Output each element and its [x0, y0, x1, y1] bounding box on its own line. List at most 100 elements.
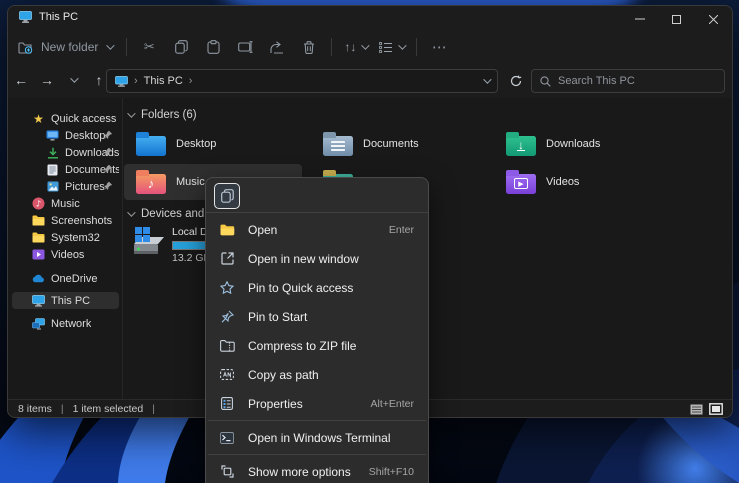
sidebar-item-label: Quick access	[51, 113, 116, 125]
copy-path-icon	[219, 367, 235, 383]
sidebar-item-label: Music	[51, 198, 80, 210]
sidebar-item-music[interactable]: ♪ Music	[12, 195, 119, 212]
sort-button[interactable]: ↑↓	[344, 40, 367, 54]
menu-item-properties[interactable]: Properties Alt+Enter	[206, 389, 428, 418]
back-button[interactable]: ←	[8, 72, 34, 88]
search-box[interactable]	[531, 69, 725, 93]
search-icon	[540, 76, 551, 87]
more-icon: ⋯	[432, 38, 447, 56]
window-title: This PC	[39, 11, 78, 23]
command-bar: New folder ✂	[8, 32, 732, 62]
folders-section-header[interactable]: Folders (6)	[127, 109, 197, 121]
folder-tile-label: Desktop	[176, 138, 216, 150]
documents-folder-icon	[323, 136, 353, 156]
open-new-window-icon	[219, 251, 235, 267]
sidebar-item-this-pc[interactable]: This PC	[12, 292, 119, 309]
minimize-icon	[635, 14, 645, 24]
forward-button[interactable]: →	[34, 72, 60, 88]
menu-item-label: Copy as path	[248, 368, 319, 382]
sidebar-item-desktop[interactable]: Desktop	[12, 127, 119, 144]
share-button[interactable]	[261, 41, 293, 54]
sidebar-item-label: OneDrive	[51, 273, 97, 285]
breadcrumb-separator: ›	[134, 75, 138, 87]
videos-icon	[32, 248, 45, 261]
copy-button[interactable]	[165, 40, 197, 54]
navigation-pane: ★ Quick access Desktop Downloads	[8, 98, 123, 399]
music-folder-icon: ♪	[136, 174, 166, 194]
menu-item-open[interactable]: Open Enter	[206, 215, 428, 244]
sidebar-item-system32[interactable]: System32	[12, 229, 119, 246]
menu-item-label: Compress to ZIP file	[248, 339, 356, 353]
delete-button[interactable]	[293, 41, 325, 54]
collapse-chevron-icon	[127, 109, 135, 117]
close-icon	[709, 15, 718, 24]
up-icon: ↑	[96, 72, 103, 88]
folder-tile-label: Videos	[546, 176, 579, 188]
sidebar-item-onedrive[interactable]: OneDrive	[12, 270, 119, 287]
minimize-button[interactable]	[621, 6, 658, 32]
address-dropdown-chevron-icon[interactable]	[483, 75, 491, 83]
maximize-button[interactable]	[658, 6, 695, 32]
sidebar-item-quick-access[interactable]: ★ Quick access	[12, 110, 119, 127]
menu-item-copy-as-path[interactable]: Copy as path	[206, 360, 428, 389]
menu-item-label: Properties	[248, 397, 303, 411]
sort-icon: ↑↓	[344, 40, 356, 54]
folder-open-icon	[219, 222, 235, 238]
breadcrumb-this-pc[interactable]: This PC	[144, 75, 183, 87]
sidebar-item-documents[interactable]: Documents	[12, 161, 119, 178]
menu-item-open-in-new-window[interactable]: Open in new window	[206, 244, 428, 273]
sidebar-item-pictures[interactable]: Pictures	[12, 178, 119, 195]
breadcrumb-separator: ›	[189, 75, 193, 87]
paste-button[interactable]	[197, 40, 229, 54]
cut-button[interactable]: ✂	[133, 39, 165, 55]
sidebar-item-label: Network	[51, 318, 91, 330]
sidebar-item-network[interactable]: Network	[12, 315, 119, 332]
menu-item-open-in-windows-terminal[interactable]: Open in Windows Terminal	[206, 423, 428, 452]
details-view-icon	[690, 404, 703, 415]
search-input[interactable]	[558, 75, 698, 87]
hard-drive-icon	[128, 226, 166, 260]
items-count: 8 items	[18, 403, 52, 415]
folder-tile-downloads[interactable]: ↓ Downloads	[500, 126, 678, 162]
pin-icon	[219, 309, 235, 325]
section-title: Folders (6)	[141, 109, 197, 121]
more-options-icon	[219, 464, 235, 480]
see-more-button[interactable]: ⋯	[423, 38, 455, 56]
window-title-group: This PC	[19, 11, 78, 23]
refresh-button[interactable]	[505, 71, 527, 91]
sidebar-item-label: Videos	[51, 249, 84, 261]
folder-tile-documents[interactable]: Documents	[317, 126, 495, 162]
menu-item-show-more-options[interactable]: Show more options Shift+F10	[206, 457, 428, 483]
view-chevron-icon	[399, 41, 407, 49]
context-menu-copy-button[interactable]	[214, 183, 240, 209]
sidebar-item-downloads[interactable]: Downloads	[12, 144, 119, 161]
folder-tile-label: Downloads	[546, 138, 600, 150]
star-icon: ★	[32, 112, 45, 125]
new-folder-button[interactable]: New folder	[18, 40, 112, 54]
details-view-button[interactable]	[688, 402, 704, 416]
menu-item-compress-to-zip[interactable]: Compress to ZIP file	[206, 331, 428, 360]
close-button[interactable]	[695, 6, 732, 32]
view-toggles	[688, 402, 724, 416]
menu-item-pin-to-start[interactable]: Pin to Start	[206, 302, 428, 331]
menu-separator	[208, 454, 426, 455]
recent-locations-button[interactable]	[60, 74, 86, 86]
back-icon: ←	[14, 72, 28, 88]
sidebar-item-screenshots[interactable]: Screenshots	[12, 212, 119, 229]
sidebar-item-videos[interactable]: Videos	[12, 246, 119, 263]
title-bar[interactable]: This PC	[8, 6, 732, 32]
address-bar[interactable]: › This PC ›	[106, 69, 498, 93]
pin-icon	[103, 164, 113, 174]
menu-item-pin-to-quick-access[interactable]: Pin to Quick access	[206, 273, 428, 302]
star-outline-icon	[219, 280, 235, 296]
folder-tile-videos[interactable]: ▶ Videos	[500, 164, 678, 200]
menu-item-shortcut: Alt+Enter	[371, 398, 414, 410]
share-icon	[270, 41, 284, 54]
delete-trash-icon	[303, 41, 315, 54]
rename-button[interactable]	[229, 41, 261, 53]
folder-tile-desktop[interactable]: Desktop	[130, 126, 308, 162]
desktop-screen: This PC Ne	[0, 0, 739, 483]
thumbnail-view-button[interactable]	[708, 402, 724, 416]
view-button[interactable]	[379, 42, 404, 53]
sidebar-item-label: Pictures	[65, 181, 105, 193]
